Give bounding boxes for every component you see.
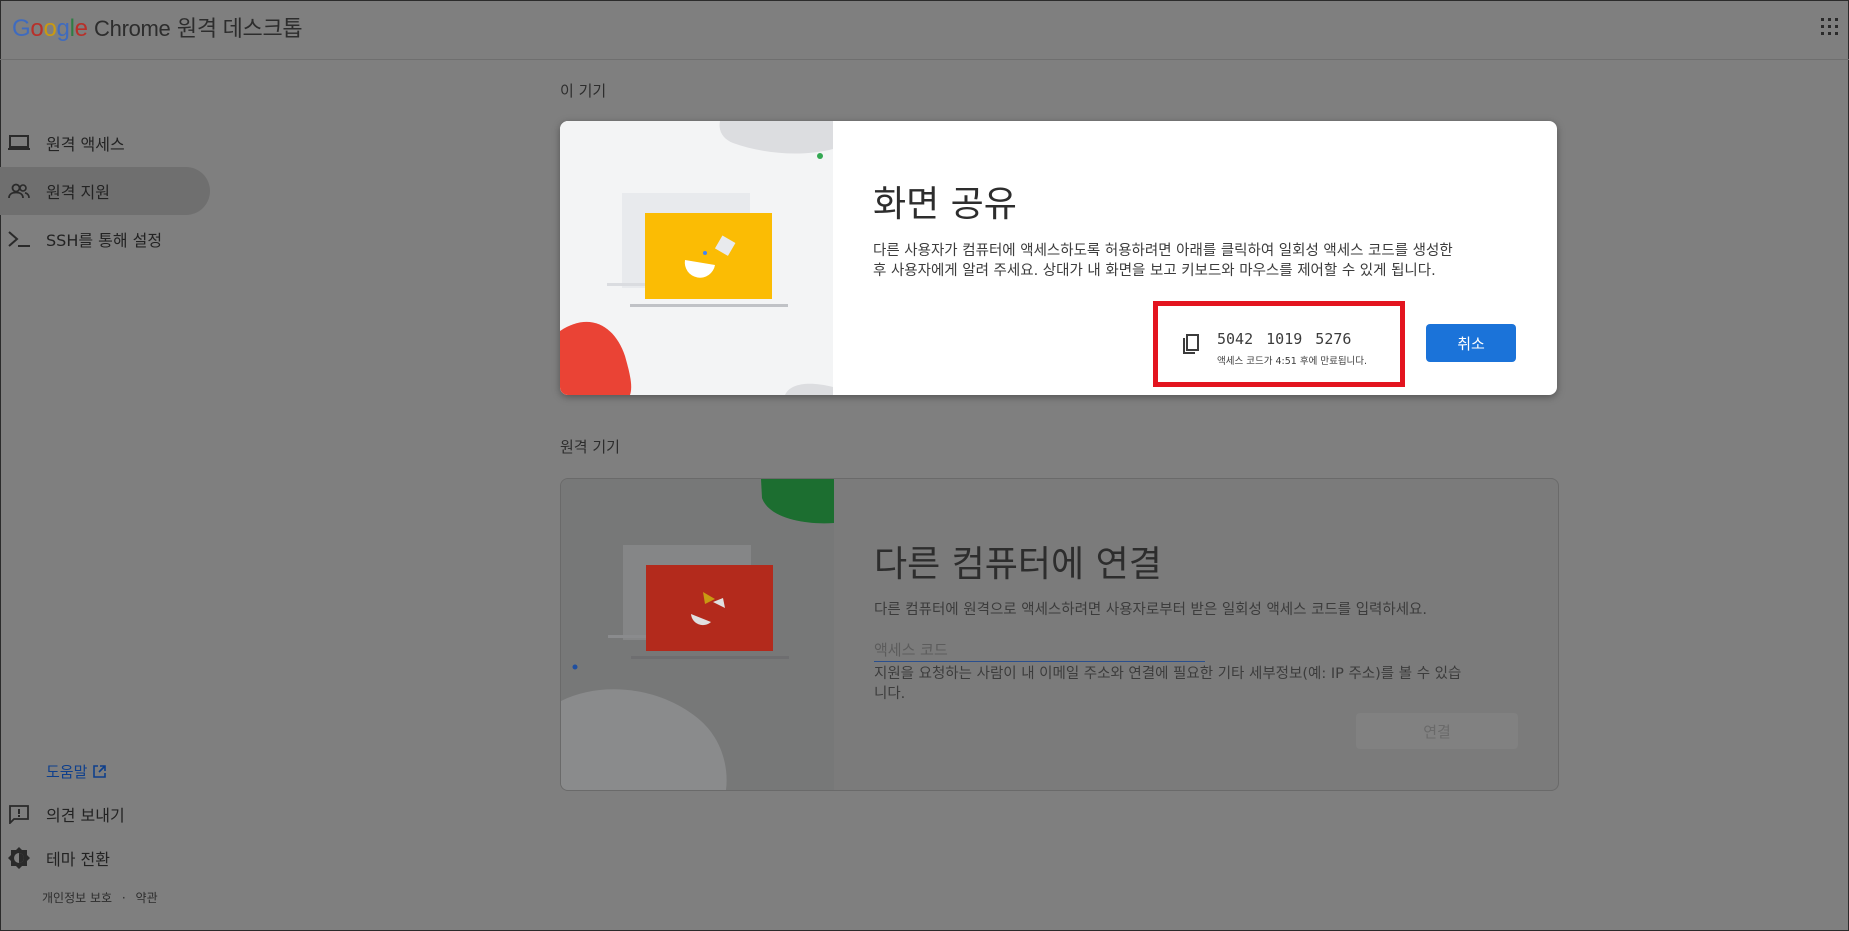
access-code: 5042 1019 5276 xyxy=(1217,330,1352,348)
sidebar-item-label: 원격 지원 xyxy=(46,183,110,202)
sidebar-item-remote-support[interactable]: 원격 지원 xyxy=(0,167,210,215)
app-logo[interactable]: Google Chrome 원격 데스크톱 xyxy=(12,11,303,43)
connect-illustration xyxy=(561,479,834,790)
sidebar-item-label: 원격 액세스 xyxy=(46,135,125,154)
terms-link[interactable]: 약관 xyxy=(136,891,158,905)
feedback-icon xyxy=(7,804,31,824)
help-link[interactable]: 도움말 xyxy=(46,761,107,782)
cancel-button[interactable]: 취소 xyxy=(1426,324,1516,362)
section-title-this-device: 이 기기 xyxy=(560,82,607,100)
sidebar-item-label: 테마 전환 xyxy=(46,850,110,869)
share-title: 화면 공유 xyxy=(873,184,1017,225)
copy-icon[interactable] xyxy=(1182,334,1200,360)
connect-notice: 지원을 요청하는 사람이 내 이메일 주소와 연결에 필요한 기타 세부정보(예… xyxy=(874,664,1461,704)
connect-card: 다른 컴퓨터에 연결 다른 컴퓨터에 원격으로 액세스하려면 사용자로부터 받은… xyxy=(560,478,1559,791)
theme-toggle-icon xyxy=(7,846,31,870)
app-header: Google Chrome 원격 데스크톱 xyxy=(0,0,1849,60)
access-code-box: 5042 1019 5276 액세스 코드가 4:51 후에 만료됩니다. xyxy=(1153,301,1405,387)
connect-button[interactable]: 연결 xyxy=(1356,713,1518,749)
logo-letter: e xyxy=(74,15,88,42)
sidebar-item-remote-access[interactable]: 원격 액세스 xyxy=(0,119,125,167)
connect-description: 다른 컴퓨터에 원격으로 액세스하려면 사용자로부터 받은 일회성 액세스 코드… xyxy=(874,602,1428,618)
footer-links: 개인정보 보호 · 약관 xyxy=(42,889,158,906)
logo-letter: G xyxy=(12,15,31,42)
share-screen-card: 화면 공유 다른 사용자가 컴퓨터에 액세스하도록 허용하려면 아래를 클릭하여… xyxy=(560,121,1557,395)
share-illustration xyxy=(560,121,833,395)
sidebar-item-feedback[interactable]: 의견 보내기 xyxy=(0,790,125,838)
share-description-line: 다른 사용자가 컴퓨터에 액세스하도록 허용하려면 아래를 클릭하여 일회성 액… xyxy=(873,243,1453,259)
access-code-input[interactable] xyxy=(874,639,1205,662)
terminal-icon xyxy=(7,230,31,248)
logo-product: Chrome xyxy=(94,16,171,41)
access-code-expiry: 액세스 코드가 4:51 후에 만료됩니다. xyxy=(1217,356,1368,367)
logo-letter: g xyxy=(56,15,70,42)
apps-grid-icon[interactable] xyxy=(1821,18,1838,35)
people-icon xyxy=(7,183,31,199)
sidebar-item-theme[interactable]: 테마 전환 xyxy=(0,834,110,882)
sidebar-item-label: 의견 보내기 xyxy=(46,806,125,825)
app-title: 원격 데스크톱 xyxy=(176,16,303,41)
connect-title: 다른 컴퓨터에 연결 xyxy=(874,544,1162,585)
footer-separator: · xyxy=(121,891,126,905)
logo-letter: o xyxy=(30,15,44,42)
share-description: 다른 사용자가 컴퓨터에 액세스하도록 허용하려면 아래를 클릭하여 일회성 액… xyxy=(873,241,1453,281)
share-description-line: 후 사용자에게 알려 주세요. 상대가 내 화면을 보고 키보드와 마우스를 제… xyxy=(873,263,1436,279)
section-title-remote-device: 원격 기기 xyxy=(560,438,620,456)
connect-notice-line: 지원을 요청하는 사람이 내 이메일 주소와 연결에 필요한 기타 세부정보(예… xyxy=(874,666,1462,682)
sidebar-item-label: SSH를 통해 설정 xyxy=(46,231,163,250)
laptop-icon xyxy=(7,134,31,152)
external-link-icon xyxy=(93,765,107,778)
sidebar-item-ssh[interactable]: SSH를 통해 설정 xyxy=(0,215,162,263)
connect-notice-line: 니다. xyxy=(874,686,906,702)
help-label: 도움말 xyxy=(46,763,88,781)
logo-letter: o xyxy=(43,15,57,42)
privacy-link[interactable]: 개인정보 보호 xyxy=(42,891,112,905)
